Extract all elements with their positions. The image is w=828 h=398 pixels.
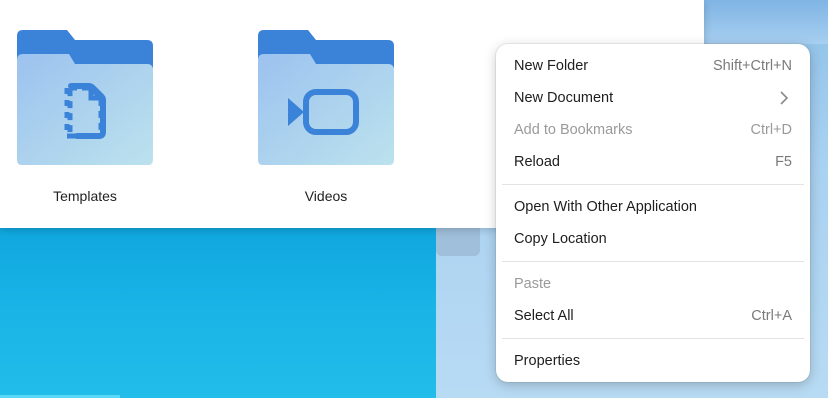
template-folder-icon	[17, 30, 153, 165]
menu-item-copy-location[interactable]: Copy Location	[502, 223, 804, 255]
folder-label: Templates	[53, 188, 117, 204]
folder-icon	[258, 28, 396, 166]
menu-item-new-folder[interactable]: New Folder Shift+Ctrl+N	[502, 50, 804, 82]
menu-item-label: Select All	[514, 308, 574, 324]
menu-item-new-document[interactable]: New Document	[502, 82, 804, 114]
menu-item-select-all[interactable]: Select All Ctrl+A	[502, 300, 804, 332]
desktop-wallpaper-strip	[700, 0, 828, 44]
menu-item-label: Reload	[514, 154, 560, 170]
menu-item-label: New Document	[514, 90, 614, 106]
folder-templates[interactable]: Templates	[0, 28, 170, 218]
folder-label: Videos	[304, 188, 348, 204]
menu-item-paste[interactable]: Paste	[502, 268, 804, 300]
menu-item-label: Properties	[514, 353, 581, 369]
context-menu: New Folder Shift+Ctrl+N New Document Add…	[496, 44, 810, 382]
menu-item-shortcut: F5	[775, 154, 792, 170]
desktop-window-fragment	[436, 228, 480, 256]
menu-item-label: New Folder	[514, 58, 589, 74]
menu-separator	[502, 261, 804, 262]
menu-item-shortcut: Ctrl+D	[750, 122, 793, 138]
menu-item-label: Paste	[514, 276, 552, 292]
menu-item-shortcut: Shift+Ctrl+N	[713, 58, 792, 74]
folder-icon	[17, 28, 155, 166]
menu-separator	[502, 184, 804, 185]
menu-item-properties[interactable]: Properties	[502, 345, 804, 377]
menu-item-shortcut: Ctrl+A	[751, 308, 792, 324]
menu-item-label: Add to Bookmarks	[514, 122, 633, 138]
menu-item-reload[interactable]: Reload F5	[502, 146, 804, 178]
video-folder-icon	[258, 30, 394, 165]
folder-videos[interactable]: Videos	[241, 28, 411, 218]
menu-separator	[502, 338, 804, 339]
menu-item-label: Open With Other Application	[514, 199, 697, 215]
chevron-right-icon	[776, 90, 792, 106]
desktop-wallpaper-left	[0, 225, 436, 398]
menu-item-add-to-bookmarks[interactable]: Add to Bookmarks Ctrl+D	[502, 114, 804, 146]
menu-item-label: Copy Location	[514, 231, 607, 247]
menu-item-open-with-other-application[interactable]: Open With Other Application	[502, 191, 804, 223]
